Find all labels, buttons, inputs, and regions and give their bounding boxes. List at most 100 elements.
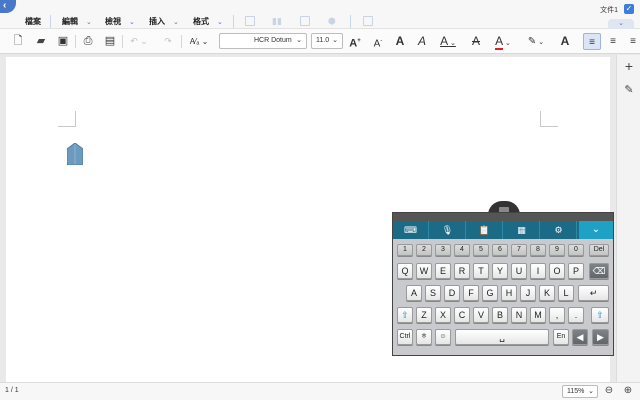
- undo-icon[interactable]: ↶ ⌄: [128, 33, 150, 50]
- font-name-dropdown[interactable]: HCR Dotum ⌄: [219, 33, 307, 49]
- key-p[interactable]: P: [568, 263, 584, 279]
- key-9[interactable]: 9: [549, 244, 565, 256]
- key-t[interactable]: T: [473, 263, 489, 279]
- keyboard-layout-icon[interactable]: ⌨: [393, 221, 429, 239]
- text-effects-icon[interactable]: A: [558, 33, 572, 50]
- new-document-icon[interactable]: 🗋: [11, 33, 25, 50]
- key-h[interactable]: H: [501, 285, 517, 301]
- key-w[interactable]: W: [416, 263, 432, 279]
- key-6[interactable]: 6: [492, 244, 508, 256]
- menu-edit[interactable]: 編輯 ⌄: [62, 16, 92, 28]
- key-x[interactable]: X: [435, 307, 451, 323]
- zoom-in-icon[interactable]: ⊕: [622, 385, 634, 397]
- decrease-font-icon[interactable]: A-: [371, 33, 385, 50]
- settings-gear-icon[interactable]: ⚙: [541, 221, 577, 239]
- font-color-icon[interactable]: A ⌄: [492, 33, 514, 50]
- strikethrough-icon[interactable]: A: [470, 33, 482, 50]
- print-icon[interactable]: ⎙: [81, 33, 95, 50]
- key-j[interactable]: J: [520, 285, 536, 301]
- key-k[interactable]: K: [539, 285, 555, 301]
- key-d[interactable]: D: [444, 285, 460, 301]
- key-o[interactable]: O: [549, 263, 565, 279]
- align-center-icon[interactable]: ≡: [606, 33, 620, 50]
- key-c[interactable]: C: [454, 307, 470, 323]
- align-right-icon[interactable]: ≡: [626, 33, 640, 50]
- key-language[interactable]: En: [553, 329, 569, 345]
- key-n[interactable]: N: [511, 307, 527, 323]
- key-comma[interactable]: ,: [549, 307, 565, 323]
- zoom-out-icon[interactable]: ⊖: [603, 385, 615, 397]
- underline-icon[interactable]: A ⌄: [437, 33, 459, 50]
- shapes-icon[interactable]: ⬢: [328, 16, 338, 26]
- chart-icon[interactable]: ▮▮: [272, 16, 282, 26]
- cursor-right-icon[interactable]: ▶: [592, 329, 609, 345]
- key-m[interactable]: M: [530, 307, 546, 323]
- table-icon[interactable]: [245, 16, 255, 26]
- cursor-left-icon[interactable]: ◀: [572, 329, 588, 345]
- key-l[interactable]: L: [558, 285, 574, 301]
- key-0[interactable]: 0: [568, 244, 584, 256]
- collapse-toolbar-button[interactable]: ⌄: [608, 19, 634, 29]
- emoji-icon[interactable]: ☺: [435, 329, 451, 345]
- key-i[interactable]: I: [530, 263, 546, 279]
- pentagon-shape-object[interactable]: [67, 143, 83, 165]
- save-icon[interactable]: ▣: [56, 33, 70, 50]
- key-4[interactable]: 4: [454, 244, 470, 256]
- enter-icon[interactable]: ↵: [578, 285, 609, 301]
- open-folder-icon[interactable]: ▰: [34, 33, 48, 50]
- menu-format[interactable]: 格式 ⌄: [193, 16, 223, 28]
- textbox-icon[interactable]: [363, 16, 373, 26]
- key-f[interactable]: F: [463, 285, 479, 301]
- key-v[interactable]: V: [473, 307, 489, 323]
- page-view-icon[interactable]: ▤: [103, 33, 117, 50]
- note-edit-icon[interactable]: ✎: [621, 82, 637, 98]
- key-z[interactable]: Z: [416, 307, 432, 323]
- microphone-icon[interactable]: 🎙: [430, 221, 466, 239]
- align-left-icon[interactable]: ≡: [583, 33, 601, 50]
- key-8[interactable]: 8: [530, 244, 546, 256]
- key-b[interactable]: B: [492, 307, 508, 323]
- menu-insert[interactable]: 插入 ⌄: [149, 16, 179, 28]
- back-arrow-icon[interactable]: ‹: [0, 0, 16, 13]
- menu-view[interactable]: 檢視 ⌄: [105, 16, 135, 28]
- key-7[interactable]: 7: [511, 244, 527, 256]
- text-style-icon[interactable]: A⁄ₐ ⌄: [187, 33, 211, 50]
- hide-keyboard-icon[interactable]: ⌄: [579, 221, 613, 239]
- key-q[interactable]: Q: [397, 263, 413, 279]
- clipboard-icon[interactable]: 📋: [467, 221, 503, 239]
- key-u[interactable]: U: [511, 263, 527, 279]
- key-ctrl[interactable]: Ctrl: [397, 329, 413, 345]
- key-period[interactable]: .: [568, 307, 584, 323]
- key-y[interactable]: Y: [492, 263, 508, 279]
- zoom-dropdown[interactable]: 115% ⌄: [562, 385, 598, 398]
- font-size-dropdown[interactable]: 11.0 ⌄: [311, 33, 343, 49]
- increase-font-icon[interactable]: A+: [348, 33, 362, 50]
- menu-file[interactable]: 檔案: [25, 16, 41, 28]
- highlight-icon[interactable]: ✎ ⌄: [525, 33, 547, 50]
- space-key[interactable]: ␣: [455, 329, 549, 345]
- bold-icon[interactable]: A: [394, 33, 406, 50]
- key-r[interactable]: R: [454, 263, 470, 279]
- shift-icon[interactable]: ⇧: [397, 307, 413, 323]
- checkbox-checked-icon[interactable]: ✓: [624, 4, 634, 14]
- key-hanja[interactable]: ㅎ: [416, 329, 432, 345]
- key-s[interactable]: S: [425, 285, 441, 301]
- formatting-toolbar: 🗋 ▰ ▣ ⎙ ▤ ↶ ⌄ ↷ A⁄ₐ ⌄ HCR Dotum ⌄ 11.0 ⌄ A…: [0, 29, 640, 54]
- key-g[interactable]: G: [482, 285, 498, 301]
- shift-icon[interactable]: ⇧: [591, 307, 609, 323]
- key-delete[interactable]: Del: [589, 244, 609, 256]
- key-e[interactable]: E: [435, 263, 451, 279]
- key-3[interactable]: 3: [435, 244, 451, 256]
- key-2[interactable]: 2: [416, 244, 432, 256]
- image-icon[interactable]: [300, 16, 310, 26]
- key-1[interactable]: 1: [397, 244, 413, 256]
- backspace-icon[interactable]: ⌫: [589, 263, 609, 279]
- plus-icon[interactable]: +: [621, 58, 637, 74]
- key-a[interactable]: A: [406, 285, 422, 301]
- chevron-down-icon: ⌄: [173, 19, 179, 26]
- key-5[interactable]: 5: [473, 244, 489, 256]
- redo-icon[interactable]: ↷: [161, 33, 175, 50]
- emoji-table-icon[interactable]: ▦: [504, 221, 540, 239]
- italic-icon[interactable]: A: [416, 33, 428, 50]
- zoom-value: 115%: [567, 388, 585, 395]
